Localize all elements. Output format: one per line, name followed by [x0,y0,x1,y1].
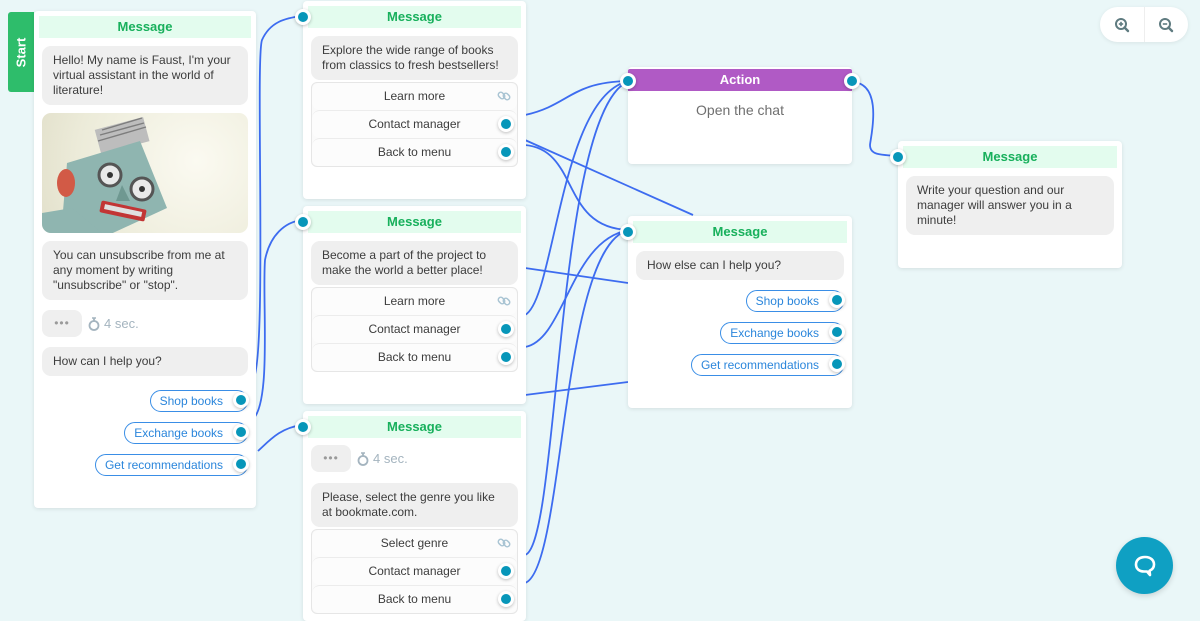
link-icon [497,296,511,306]
start-message-node[interactable]: Message Hello! My name is Faust, I'm you… [34,11,256,508]
quick-reply-shop-books[interactable]: Shop books [149,390,249,412]
node-header: Message [308,6,521,28]
output-port[interactable] [498,349,514,365]
wire-shop-contact-to-action [524,80,630,116]
output-port[interactable] [829,292,845,308]
recommendations-node[interactable]: Message ••• 4 sec. Please, select the ge… [295,411,526,621]
unsubscribe-message: You can unsubscribe from me at any momen… [42,241,248,300]
wire-action-to-manager [850,81,900,157]
robot-image [42,113,248,233]
node-header: Message [308,211,521,233]
menu-node[interactable]: Message How else can I help you? Shop bo… [620,216,852,408]
message-text: Become a part of the project to make the… [311,241,518,285]
wire-recommend-contact-to-action [524,80,630,556]
output-port[interactable] [498,591,514,607]
output-port[interactable] [829,324,845,340]
input-port[interactable] [620,224,636,240]
quick-reply-get-recommendations[interactable]: Get recommendations [690,354,845,376]
output-port[interactable] [498,563,514,579]
zoom-controls [1100,7,1188,42]
node-header: Message [308,416,521,438]
input-port[interactable] [295,214,311,230]
zoom-in-button[interactable] [1100,7,1145,42]
output-port[interactable] [233,456,249,472]
quick-reply-get-recommendations[interactable]: Get recommendations [94,454,249,476]
action-text: Open the chat [696,102,784,118]
stopwatch-icon [88,316,100,331]
output-port[interactable] [233,392,249,408]
delay-label: 4 sec. [357,451,408,466]
input-port[interactable] [295,9,311,25]
button-contact-manager[interactable]: Contact manager [312,315,517,343]
delay-value: 4 sec. [373,451,408,466]
input-port[interactable] [890,149,906,165]
delay-value: 4 sec. [104,316,139,331]
zoom-out-icon [1159,17,1174,32]
exchange-books-node[interactable]: Message Become a part of the project to … [295,206,526,404]
quick-replies: Shop books Exchange books Get recommenda… [42,390,249,486]
manager-node[interactable]: Message Write your question and our mana… [890,141,1122,268]
chat-support-button[interactable] [1116,537,1173,594]
button-list: Select genre Contact manager Back to men… [311,529,518,614]
wire-menu-recommend-to-recommend-node [524,381,629,396]
stopwatch-icon [357,451,369,466]
greeting-message: Hello! My name is Faust, I'm your virtua… [42,46,248,105]
message-text: Please, select the genre you like at boo… [311,483,518,527]
delay-label: 4 sec. [88,316,139,331]
quick-replies: Shop books Exchange books Get recommenda… [636,290,845,386]
wire-menu-exchange-to-exchange-node [524,267,629,284]
wire-exchange-to-exchange-node [251,219,303,421]
shop-books-node[interactable]: Message Explore the wide range of books … [295,1,526,199]
typing-delay: ••• 4 sec. [311,445,518,472]
zoom-in-icon [1114,17,1129,32]
output-port[interactable] [233,424,249,440]
node-header: Action [628,69,852,91]
node-header: Message [39,16,251,38]
action-node[interactable]: Action Open the chat [620,67,860,164]
output-port[interactable] [829,356,845,372]
node-header: Message [903,146,1117,168]
button-back-to-menu[interactable]: Back to menu [312,585,517,613]
button-learn-more[interactable]: Learn more [312,83,517,110]
wire-shop-to-shop-node [251,15,303,383]
button-list: Learn more Contact manager Back to menu [311,287,518,372]
button-list: Learn more Contact manager Back to menu [311,82,518,167]
output-port[interactable] [498,144,514,160]
link-icon [497,91,511,101]
quick-reply-shop-books[interactable]: Shop books [745,290,845,312]
typing-indicator: ••• [42,310,82,337]
button-back-to-menu[interactable]: Back to menu [312,138,517,166]
message-text: How else can I help you? [636,251,844,280]
wire-recommend-back-to-menu [524,229,630,584]
button-back-to-menu[interactable]: Back to menu [312,343,517,371]
button-learn-more[interactable]: Learn more [312,288,517,315]
typing-delay: ••• 4 sec. [42,310,248,337]
quick-reply-exchange-books[interactable]: Exchange books [720,322,845,344]
question-message: How can I help you? [42,347,248,376]
message-text: Explore the wide range of books from cla… [311,36,518,80]
wire-exchange-back-to-menu [524,229,630,348]
input-port[interactable] [620,73,636,89]
wire-exchange-contact-to-action [524,80,630,316]
start-label: Start [13,37,29,67]
message-text: Write your question and our manager will… [906,176,1114,235]
button-contact-manager[interactable]: Contact manager [312,557,517,585]
typing-indicator: ••• [311,445,351,472]
output-port[interactable] [498,116,514,132]
start-tab: Start [8,12,34,92]
zoom-out-button[interactable] [1145,7,1189,42]
button-contact-manager[interactable]: Contact manager [312,110,517,138]
output-port[interactable] [844,73,860,89]
link-icon [497,538,511,548]
wire-shop-back-to-menu [524,144,630,231]
chat-bubble-icon [1134,555,1155,576]
quick-reply-exchange-books[interactable]: Exchange books [124,422,249,444]
output-port[interactable] [498,321,514,337]
button-select-genre[interactable]: Select genre [312,530,517,557]
input-port[interactable] [295,419,311,435]
node-header: Message [633,221,847,243]
